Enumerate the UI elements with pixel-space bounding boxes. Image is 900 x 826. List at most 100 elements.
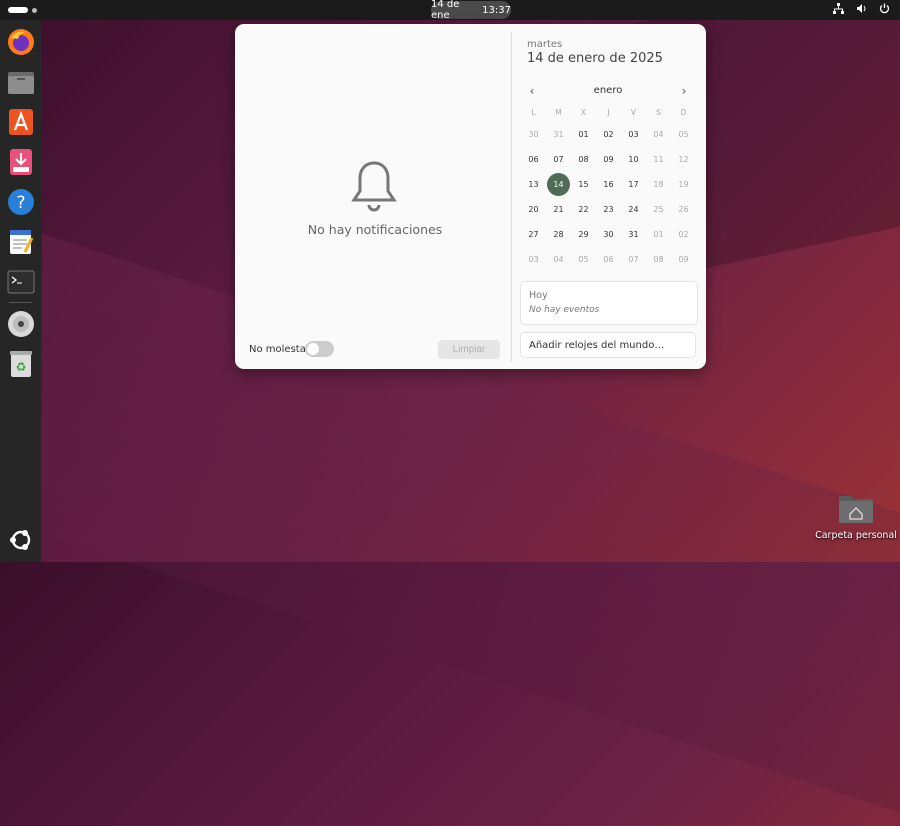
- calendar-day-today[interactable]: 14: [546, 172, 571, 197]
- weekday-header: L M X J V S D: [521, 108, 696, 117]
- calendar-day[interactable]: 21: [546, 197, 571, 222]
- calendar-week: 06 07 08 09 10 11 12: [521, 147, 696, 172]
- dow-label: X: [580, 108, 587, 117]
- home-folder-icon[interactable]: [838, 492, 874, 524]
- calendar-day[interactable]: 05: [671, 122, 696, 147]
- calendar-day[interactable]: 01: [646, 222, 671, 247]
- calendar-day[interactable]: 19: [671, 172, 696, 197]
- clear-button[interactable]: Limpiar: [438, 340, 500, 359]
- date-menu-popup: No hay notificaciones No molestar Limpia…: [235, 24, 706, 369]
- workspace-dot[interactable]: [32, 7, 37, 13]
- dow-label: J: [607, 108, 610, 117]
- add-world-clocks-button[interactable]: Añadir relojes del mundo…: [520, 332, 696, 358]
- no-events-text: No hay eventos: [529, 305, 600, 315]
- calendar-day[interactable]: 03: [621, 122, 646, 147]
- calendar-day[interactable]: 24: [621, 197, 646, 222]
- calendar-day[interactable]: 25: [646, 197, 671, 222]
- calendar-day[interactable]: 10: [621, 147, 646, 172]
- calendar-day[interactable]: 07: [546, 147, 571, 172]
- text-editor-icon[interactable]: [5, 226, 36, 257]
- svg-text:?: ?: [16, 193, 25, 213]
- events-title: Hoy: [529, 290, 548, 301]
- calendar-day[interactable]: 06: [596, 247, 621, 272]
- dock: ? ♻: [0, 20, 41, 562]
- events-section[interactable]: Hoy No hay eventos: [520, 281, 698, 325]
- calendar-day[interactable]: 03: [521, 247, 546, 272]
- calendar-day[interactable]: 17: [621, 172, 646, 197]
- dow-label: L: [531, 108, 536, 117]
- calendar-day[interactable]: 20: [521, 197, 546, 222]
- home-folder-label[interactable]: Carpeta personal: [810, 530, 900, 541]
- top-bar: 14 de ene 13:37: [0, 0, 900, 21]
- clock-time: 13:37: [482, 4, 511, 16]
- ubuntu-icon[interactable]: [5, 524, 36, 555]
- calendar-day[interactable]: 02: [671, 222, 696, 247]
- help-icon[interactable]: ?: [5, 186, 36, 217]
- calendar-day[interactable]: 26: [671, 197, 696, 222]
- calendar-day[interactable]: 07: [621, 247, 646, 272]
- calendar-day[interactable]: 27: [521, 222, 546, 247]
- calendar-week: 30 31 01 02 03 04 05: [521, 122, 696, 147]
- calendar-day[interactable]: 30: [521, 122, 546, 147]
- terminal-icon[interactable]: [5, 266, 36, 297]
- calendar-day[interactable]: 09: [671, 247, 696, 272]
- calendar-day[interactable]: 23: [596, 197, 621, 222]
- installer-icon[interactable]: [5, 146, 36, 177]
- calendar-day[interactable]: 01: [571, 122, 596, 147]
- clock-date: 14 de ene: [431, 0, 460, 21]
- volume-icon: [857, 4, 866, 13]
- dow-label: S: [656, 108, 661, 117]
- popup-divider: [511, 32, 512, 362]
- calendar-day[interactable]: 04: [646, 122, 671, 147]
- calendar-day[interactable]: 08: [571, 147, 596, 172]
- dow-label: D: [680, 108, 687, 117]
- power-icon: [879, 3, 890, 14]
- clock-button[interactable]: 14 de ene 13:37: [431, 0, 511, 21]
- dock-separator: [9, 302, 32, 303]
- calendar-day[interactable]: 30: [596, 222, 621, 247]
- calendar-day[interactable]: 11: [646, 147, 671, 172]
- disc-icon[interactable]: [5, 308, 36, 339]
- app-center-icon[interactable]: [5, 106, 36, 137]
- calendar-day[interactable]: 04: [546, 247, 571, 272]
- calendar-week: 20 21 22 23 24 25 26: [521, 197, 696, 222]
- system-tray[interactable]: [833, 3, 890, 14]
- active-workspace[interactable]: [8, 7, 28, 13]
- calendar-week: 27 28 29 30 31 01 02: [521, 222, 696, 247]
- calendar-day[interactable]: 16: [596, 172, 621, 197]
- calendar-week: 13 14 15 16 17 18 19: [521, 172, 696, 197]
- no-notifications-text: No hay notificaciones: [307, 222, 443, 237]
- month-label: enero: [593, 85, 623, 96]
- calendar-day[interactable]: 06: [521, 147, 546, 172]
- workspace-indicator[interactable]: [8, 7, 37, 13]
- files-icon[interactable]: [5, 66, 36, 97]
- calendar-day[interactable]: 29: [571, 222, 596, 247]
- toggle-knob: [307, 343, 319, 355]
- calendar-day[interactable]: 09: [596, 147, 621, 172]
- calendar-day[interactable]: 15: [571, 172, 596, 197]
- svg-text:♻: ♻: [15, 360, 26, 374]
- calendar-day[interactable]: 31: [546, 122, 571, 147]
- calendar-day[interactable]: 05: [571, 247, 596, 272]
- calendar-day[interactable]: 28: [546, 222, 571, 247]
- calendar-grid: 30 31 01 02 03 04 05 06 07 08 09 10 11 1…: [521, 122, 696, 272]
- weekday-label[interactable]: martes: [527, 39, 562, 50]
- calendar-week: 03 04 05 06 07 08 09: [521, 247, 696, 272]
- firefox-icon[interactable]: [5, 26, 36, 57]
- full-date-label[interactable]: 14 de enero de 2025: [527, 51, 663, 66]
- calendar-day[interactable]: 02: [596, 122, 621, 147]
- calendar-day[interactable]: 08: [646, 247, 671, 272]
- dnd-label: No molestar: [249, 344, 310, 355]
- calendar-day[interactable]: 18: [646, 172, 671, 197]
- calendar-day[interactable]: 13: [521, 172, 546, 197]
- dow-label: V: [630, 108, 637, 117]
- dnd-toggle[interactable]: [305, 341, 334, 357]
- calendar-day[interactable]: 31: [621, 222, 646, 247]
- calendar-day[interactable]: 12: [671, 147, 696, 172]
- next-month-button[interactable]: ›: [677, 84, 691, 98]
- trash-icon[interactable]: ♻: [5, 348, 36, 379]
- prev-month-button[interactable]: ‹: [525, 84, 539, 98]
- bell-icon: [351, 161, 397, 212]
- network-icon: [833, 3, 844, 14]
- calendar-day[interactable]: 22: [571, 197, 596, 222]
